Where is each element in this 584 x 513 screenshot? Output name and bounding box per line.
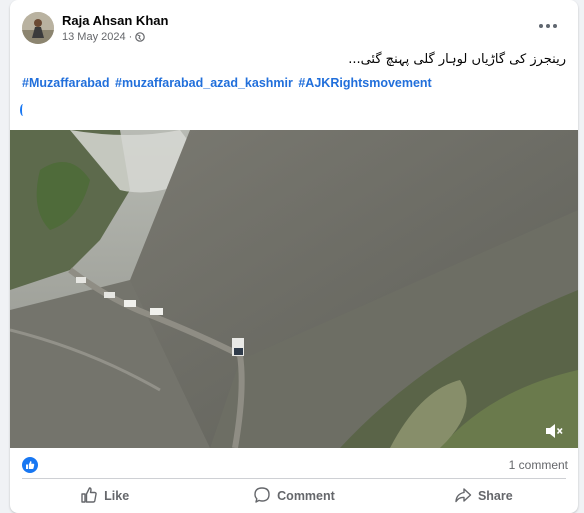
hashtag-link[interactable]: #AJKRightsmovement [298, 76, 431, 90]
like-button[interactable]: Like [10, 482, 199, 510]
like-reaction-icon[interactable] [22, 457, 38, 473]
comment-button[interactable]: Comment [199, 482, 388, 510]
hashtag-link[interactable]: #Muzaffarabad [22, 76, 110, 90]
volume-muted-icon[interactable] [544, 422, 564, 440]
divider [22, 478, 566, 479]
comment-label: Comment [277, 489, 335, 503]
hashtag-link[interactable]: #muzaffarabad_azad_kashmir [115, 76, 293, 90]
reaction-summary: 1 comment [10, 452, 578, 476]
thumbs-up-icon [80, 486, 98, 507]
hashtag-row: #Muzaffarabad #muzaffarabad_azad_kashmir… [22, 76, 434, 90]
comment-icon [253, 486, 271, 507]
avatar[interactable] [22, 12, 54, 44]
action-bar: Like Comment Share [10, 482, 578, 510]
globe-icon [135, 32, 146, 42]
post-meta: 13 May 2024 · [62, 31, 146, 43]
more-options-icon[interactable] [534, 14, 562, 38]
post-card: Raja Ahsan Khan 13 May 2024 · رینجرز کی … [10, 0, 578, 513]
post-date[interactable]: 13 May 2024 [62, 31, 126, 43]
meta-separator: · [128, 31, 133, 43]
like-label: Like [104, 489, 130, 503]
share-label: Share [477, 489, 513, 503]
comment-count[interactable]: 1 comment [509, 458, 568, 472]
share-button[interactable]: Share [389, 482, 578, 510]
post-text: رینجرز کی گاڑیاں لوہار گلی پہنچ گئی... [348, 52, 566, 67]
loading-spinner-icon [20, 104, 26, 116]
post-header: Raja Ahsan Khan 13 May 2024 · [10, 10, 578, 50]
video-player[interactable] [10, 130, 578, 448]
author-name[interactable]: Raja Ahsan Khan [62, 13, 168, 28]
video-frame [10, 130, 578, 448]
share-icon [454, 486, 472, 507]
